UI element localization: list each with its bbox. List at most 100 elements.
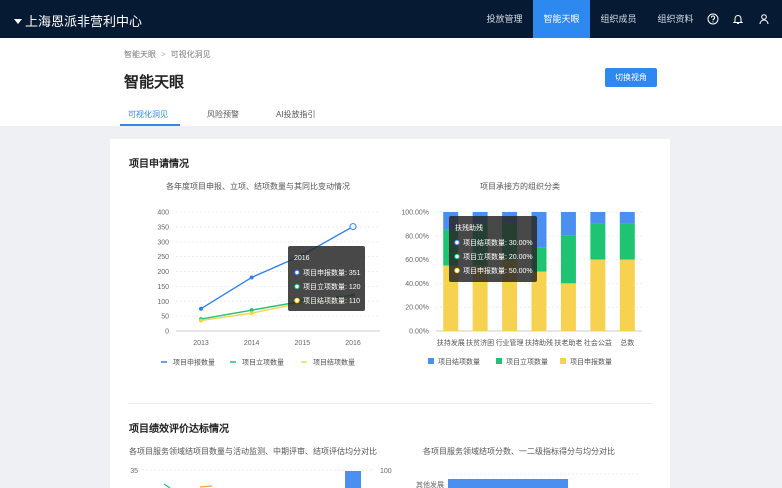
perf-right-chart-title: 各项目服务领域结项分数、一二级指标得分与均分对比 (423, 447, 615, 456)
org-switcher[interactable]: 上海恩派非营利中心 (14, 11, 142, 30)
tooltip-row: 项目申报数量: 50.00% (463, 266, 533, 275)
bar-segment (590, 259, 606, 331)
bar-chart-title: 项目承接方的组织分类 (480, 182, 560, 191)
y-tick-label: 80.00% (405, 233, 429, 240)
tooltip-marker (294, 283, 300, 290)
bar-segment (590, 223, 606, 260)
y-tick-label: 50 (161, 314, 169, 321)
y-tick-label: 350 (157, 224, 169, 231)
tab-visual-insights[interactable]: 可视化洞见 (128, 109, 168, 120)
tooltip-marker (454, 253, 460, 260)
y-tick-label: 250 (157, 254, 169, 261)
perf-hbar-label: 其他发展 (416, 480, 444, 488)
tooltip-title: 扶残助残 (455, 223, 483, 232)
y-tick-label: 400 (157, 210, 169, 217)
x-tick-label: 扶持助残 (525, 338, 553, 347)
bar-segment (560, 212, 576, 236)
y-tick-label: 0 (165, 329, 169, 336)
x-tick-label: 扶持发展 (437, 338, 465, 347)
x-tick-label: 2016 (345, 340, 361, 347)
y-tick-label: 200 (157, 269, 169, 276)
x-tick-label: 扶贫济困 (466, 338, 494, 347)
section-divider (128, 403, 652, 404)
nav-item-members[interactable]: 组织成员 (590, 0, 647, 38)
data-point (199, 318, 203, 323)
x-tick-label: 2015 (295, 340, 311, 347)
x-tick-label: 总数 (620, 338, 634, 347)
y-tick-label: 0.00% (409, 329, 429, 336)
tab-ai-guide[interactable]: AI投放指引 (276, 109, 316, 120)
top-navigation-bar: 上海恩派非营利中心 投放管理 智能天眼 组织成员 组织资料 (0, 0, 782, 38)
tooltip-marker (454, 239, 460, 246)
legend-label: 项目结项数量 (313, 358, 355, 367)
legend-swatch (428, 358, 434, 364)
stacked-bar-chart: 0.00% 20.00% 40.00% 60.00% 80.00% 100.00% 扶持发展… (401, 210, 642, 366)
tab-risk-warning[interactable]: 风险预警 (207, 109, 239, 120)
legend-label: 项目立项数量 (506, 357, 548, 366)
perf-right-chart: 其他发展 (416, 473, 638, 488)
section-title-performance: 项目绩效评价达标情况 (129, 424, 229, 435)
help-icon[interactable] (707, 13, 719, 25)
y-tick-label: 100 (157, 299, 169, 306)
bar-segment (619, 223, 635, 260)
bar-segment (590, 212, 606, 224)
tooltip-title: 2016 (294, 255, 310, 262)
tooltip-row: 项目结项数量: 110 (303, 296, 360, 305)
x-tick-label: 2014 (244, 340, 260, 347)
switch-view-button[interactable]: 切换视角 (605, 68, 657, 87)
nav-item-delivery[interactable]: 投放管理 (476, 0, 533, 38)
perf-right-axis-top: 100 (380, 468, 392, 475)
x-tick-label: 社会公益 (584, 338, 612, 347)
perf-left-chart-title: 各项目服务领域结项目数量与活动监测、中期评审、结项评估均分对比 (129, 447, 377, 456)
active-tab-indicator (120, 124, 180, 126)
tooltip-marker (454, 267, 460, 274)
caret-down-icon (14, 18, 22, 24)
breadcrumb-current: 可视化洞见 (170, 50, 211, 59)
tooltip-row: 项目立项数量: 120 (303, 282, 361, 291)
y-tick-label: 100.00% (401, 210, 429, 217)
breadcrumb: 智能天眼 > 可视化洞见 (124, 50, 211, 59)
data-point (199, 306, 203, 311)
perf-hbar (448, 479, 568, 488)
y-tick-label: 40.00% (405, 281, 429, 288)
x-tick-label: 行业管理 (496, 338, 524, 347)
page-title: 智能天眼 (124, 74, 185, 91)
data-point (249, 311, 254, 316)
tooltip-marker (294, 297, 300, 304)
y-tick-label: 20.00% (405, 305, 429, 312)
line-chart-title: 各年度项目申报、立项、结项数量与其同比变动情况 (166, 182, 350, 191)
y-tick-label: 300 (157, 239, 169, 246)
bar-segment (560, 235, 576, 284)
user-icon[interactable] (758, 13, 770, 25)
legend-label: 项目申报数量 (570, 357, 612, 366)
perf-left-axis-top: 35 (130, 468, 138, 475)
section-title-applications: 项目申请情况 (129, 159, 189, 170)
y-tick-label: 150 (157, 284, 169, 291)
tooltip-row: 项目申报数量: 351 (303, 268, 361, 277)
y-tick-label: 60.00% (405, 257, 429, 264)
legend-swatch (496, 358, 502, 364)
bell-icon[interactable] (732, 13, 744, 25)
nav-item-org-profile[interactable]: 组织资料 (647, 0, 704, 38)
tooltip-row: 项目结项数量: 30.00% (463, 238, 533, 247)
legend-label: 项目申报数量 (173, 358, 215, 367)
nav-item-smart-eye[interactable]: 智能天眼 (533, 0, 590, 38)
x-tick-label: 扶老助老 (554, 338, 582, 347)
page-header: 智能天眼 > 可视化洞见 智能天眼 切换视角 可视化洞见 风险预警 AI投放指引 (0, 38, 782, 126)
line-chart: 0 50 100 150 200 250 300 350 400 2013 2014 2015 2016… (157, 210, 380, 367)
legend-label: 项目结项数量 (438, 357, 480, 366)
org-name: 上海恩派非营利中心 (25, 14, 143, 29)
data-point (249, 275, 254, 280)
perf-line-orange (199, 485, 213, 488)
legend-label: 项目立项数量 (242, 358, 284, 367)
tooltip-row: 项目立项数量: 20.00% (463, 252, 533, 261)
x-tick-label: 2013 (193, 340, 209, 347)
breadcrumb-root[interactable]: 智能天眼 (124, 50, 156, 59)
perf-left-chart: 35 100 (130, 468, 392, 488)
bar-segment (619, 212, 635, 224)
perf-line-green (163, 483, 171, 488)
legend-swatch (560, 358, 566, 364)
bar-segment (560, 283, 576, 331)
tooltip-marker (294, 269, 300, 276)
bar-segment (619, 259, 635, 331)
